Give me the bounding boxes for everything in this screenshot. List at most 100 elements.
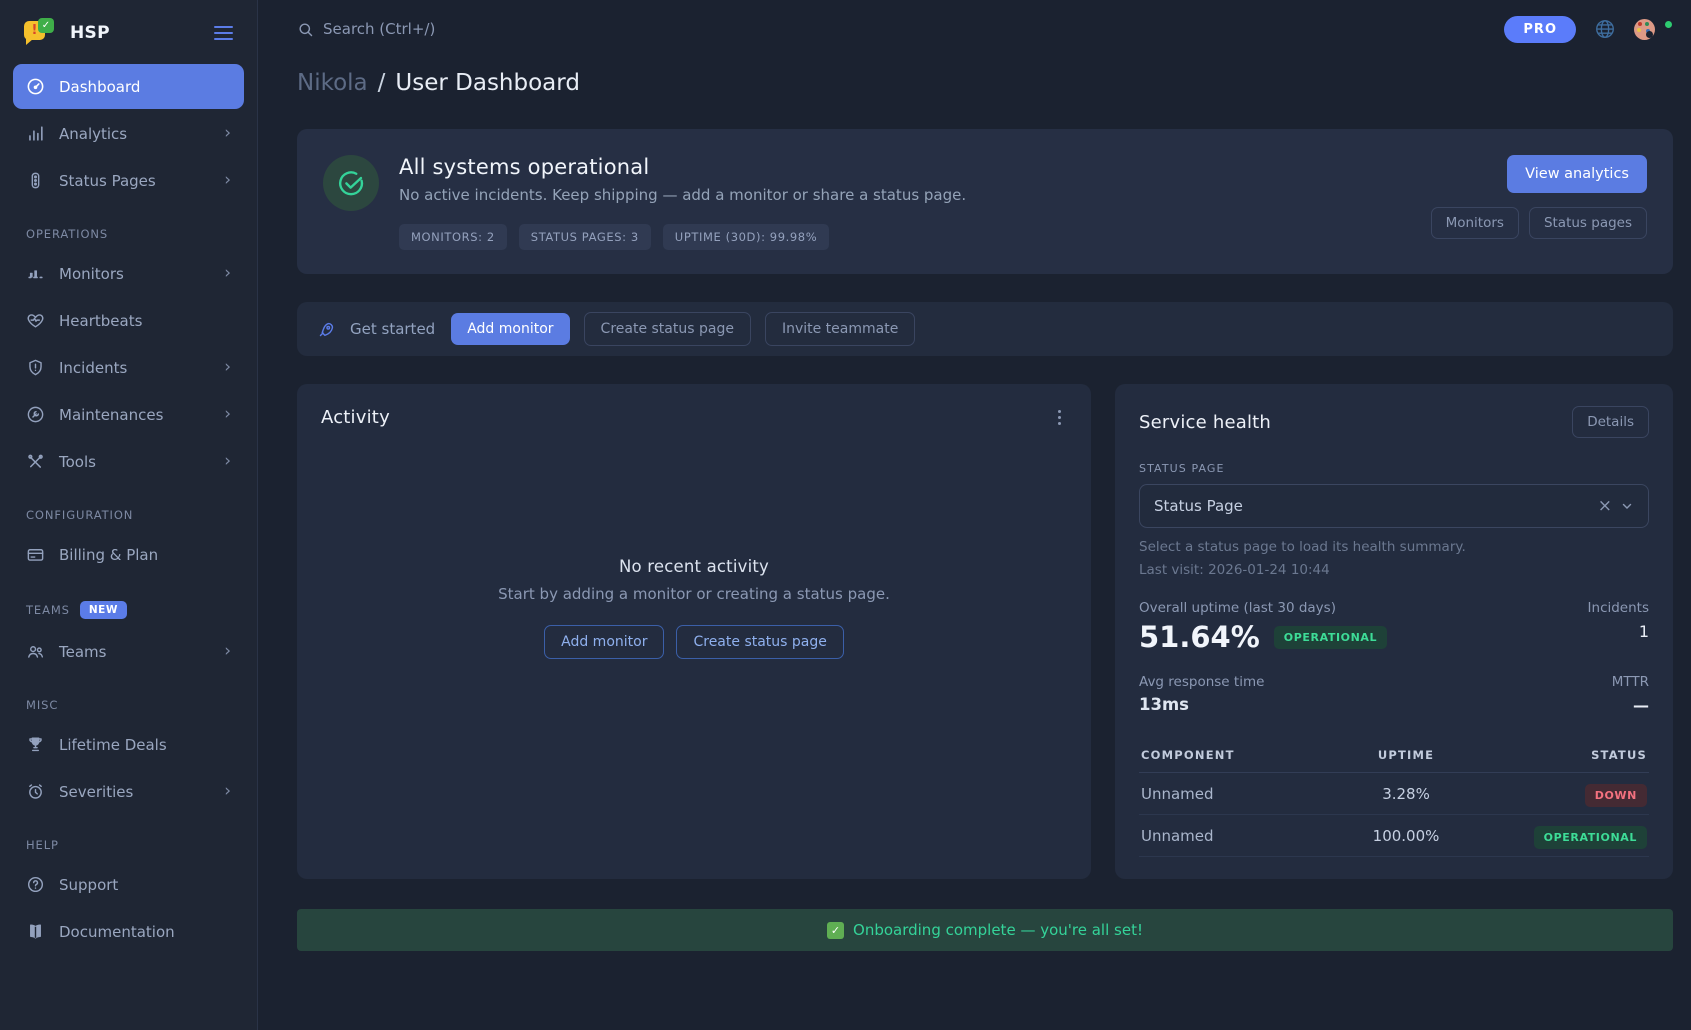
avg-response-label: Avg response time: [1139, 674, 1264, 690]
col-uptime: UPTIME: [1326, 748, 1487, 762]
sidebar-item-tools[interactable]: Tools ›: [13, 439, 244, 484]
heartbeat-icon: [26, 311, 45, 330]
sidebar-section-misc: MISC: [26, 698, 231, 712]
view-analytics-button[interactable]: View analytics: [1507, 155, 1647, 193]
theme-palette-icon[interactable]: [1634, 19, 1655, 40]
sidebar-item-monitors[interactable]: Monitors ›: [13, 251, 244, 296]
component-uptime: 3.28%: [1326, 785, 1487, 803]
sidebar-item-label: Documentation: [59, 923, 231, 941]
new-badge: NEW: [80, 601, 127, 619]
status-page-select[interactable]: Status Page ×: [1139, 484, 1649, 528]
clear-selection-icon[interactable]: ×: [1590, 496, 1620, 516]
empty-add-monitor-button[interactable]: Add monitor: [544, 625, 664, 659]
sidebar-item-heartbeats[interactable]: Heartbeats: [13, 298, 244, 343]
monitors-bars-icon: [26, 264, 45, 283]
sidebar-item-label: Billing & Plan: [59, 546, 231, 564]
monitors-button[interactable]: Monitors: [1431, 207, 1519, 239]
sidebar-section-help: HELP: [26, 838, 231, 852]
sidebar-item-lifetime-deals[interactable]: Lifetime Deals: [13, 722, 244, 767]
analytics-icon: [26, 124, 45, 143]
operational-check-icon: [323, 155, 379, 211]
logo-check-icon: ✓: [38, 18, 54, 33]
chevron-right-icon: ›: [224, 125, 231, 142]
get-started-label: Get started: [350, 320, 435, 338]
operational-status-badge: OPERATIONAL: [1534, 826, 1647, 849]
question-icon: [26, 875, 45, 894]
hero-chips: MONITORS: 2 STATUS PAGES: 3 UPTIME (30D)…: [399, 224, 1407, 250]
sidebar-item-maintenances[interactable]: Maintenances ›: [13, 392, 244, 437]
tools-icon: [26, 452, 45, 471]
uptime-value: 51.64%: [1139, 620, 1260, 654]
activity-empty-state: No recent activity Start by adding a mon…: [498, 557, 890, 729]
hero-secondary-buttons: Monitors Status pages: [1431, 207, 1647, 239]
chevron-right-icon: ›: [224, 643, 231, 660]
chevron-down-icon: [1620, 499, 1634, 513]
section-label: HELP: [26, 838, 59, 852]
pro-badge[interactable]: PRO: [1504, 16, 1576, 43]
status-pages-count-chip: STATUS PAGES: 3: [519, 224, 651, 250]
sidebar-item-label: Maintenances: [59, 406, 210, 424]
search-placeholder: Search (Ctrl+/): [323, 20, 435, 38]
sidebar-item-billing[interactable]: Billing & Plan: [13, 532, 244, 577]
col-status: STATUS: [1486, 748, 1647, 762]
create-status-page-button[interactable]: Create status page: [584, 312, 751, 346]
mttr-block: MTTR —: [1612, 674, 1649, 715]
sidebar-section-operations: OPERATIONS: [26, 227, 231, 241]
app-name: HSP: [70, 23, 202, 43]
sidebar-item-severities[interactable]: Severities ›: [13, 769, 244, 814]
dashboard-gauge-icon: [26, 77, 45, 96]
sidebar-item-dashboard[interactable]: Dashboard: [13, 64, 244, 109]
page-title: User Dashboard: [395, 70, 580, 96]
status-pages-button[interactable]: Status pages: [1529, 207, 1647, 239]
sidebar: ! ✓ HSP Dashboard Analytics › Status Pag…: [0, 0, 258, 1030]
chevron-right-icon: ›: [224, 453, 231, 470]
add-monitor-button[interactable]: Add monitor: [451, 313, 569, 345]
kebab-menu-icon[interactable]: [1052, 406, 1067, 429]
sidebar-section-configuration: CONFIGURATION: [26, 508, 231, 522]
sidebar-item-label: Analytics: [59, 125, 210, 143]
sidebar-item-documentation[interactable]: Documentation: [13, 909, 244, 954]
section-label: TEAMS: [26, 603, 70, 617]
status-page-select-value: Status Page: [1154, 497, 1590, 515]
topbar-right: PRO: [1504, 16, 1673, 43]
incidents-block: Incidents 1: [1588, 600, 1649, 641]
menu-toggle-icon[interactable]: [212, 22, 235, 44]
details-button[interactable]: Details: [1572, 406, 1649, 438]
empty-state-title: No recent activity: [498, 557, 890, 576]
sidebar-item-label: Incidents: [59, 359, 210, 377]
last-visit-text: Last visit: 2026-01-24 10:44: [1139, 562, 1649, 578]
breadcrumb-parent[interactable]: Nikola: [297, 70, 368, 96]
shield-exclaim-icon: [26, 358, 45, 377]
avg-response-value: 13ms: [1139, 695, 1264, 714]
incidents-label: Incidents: [1588, 600, 1649, 616]
overall-uptime-block: Overall uptime (last 30 days) 51.64% OPE…: [1139, 600, 1387, 654]
service-health-card: Service health Details STATUS PAGE Statu…: [1115, 384, 1673, 879]
sidebar-item-label: Heartbeats: [59, 312, 231, 330]
main-area: Search (Ctrl+/) PRO Nikola / User Dashbo…: [258, 0, 1691, 1030]
sidebar-item-incidents[interactable]: Incidents ›: [13, 345, 244, 390]
search-icon: [297, 21, 314, 38]
sidebar-item-support[interactable]: Support: [13, 862, 244, 907]
hero-actions: View analytics Monitors Status pages: [1427, 155, 1647, 250]
sidebar-item-label: Teams: [59, 643, 210, 661]
trophy-icon: [26, 735, 45, 754]
monitors-count-chip: MONITORS: 2: [399, 224, 507, 250]
sidebar-item-analytics[interactable]: Analytics ›: [13, 111, 244, 156]
sidebar-item-teams[interactable]: Teams ›: [13, 629, 244, 674]
sidebar-header: ! ✓ HSP: [0, 0, 257, 62]
mttr-value: —: [1612, 696, 1649, 715]
sidebar-item-status-pages[interactable]: Status Pages ›: [13, 158, 244, 203]
components-table: COMPONENT UPTIME STATUS Unnamed 3.28% DO…: [1139, 737, 1649, 857]
activity-card: Activity No recent activity Start by add…: [297, 384, 1091, 879]
chevron-right-icon: ›: [224, 359, 231, 376]
service-health-title: Service health: [1139, 412, 1271, 433]
empty-create-status-page-button[interactable]: Create status page: [676, 625, 843, 659]
section-label: MISC: [26, 698, 58, 712]
component-name: Unnamed: [1141, 827, 1326, 845]
chevron-right-icon: ›: [224, 783, 231, 800]
chevron-right-icon: ›: [224, 172, 231, 189]
status-page-select-label: STATUS PAGE: [1139, 462, 1649, 475]
invite-teammate-button[interactable]: Invite teammate: [765, 312, 915, 346]
language-globe-icon[interactable]: [1594, 18, 1616, 40]
search-input[interactable]: Search (Ctrl+/): [297, 20, 435, 38]
